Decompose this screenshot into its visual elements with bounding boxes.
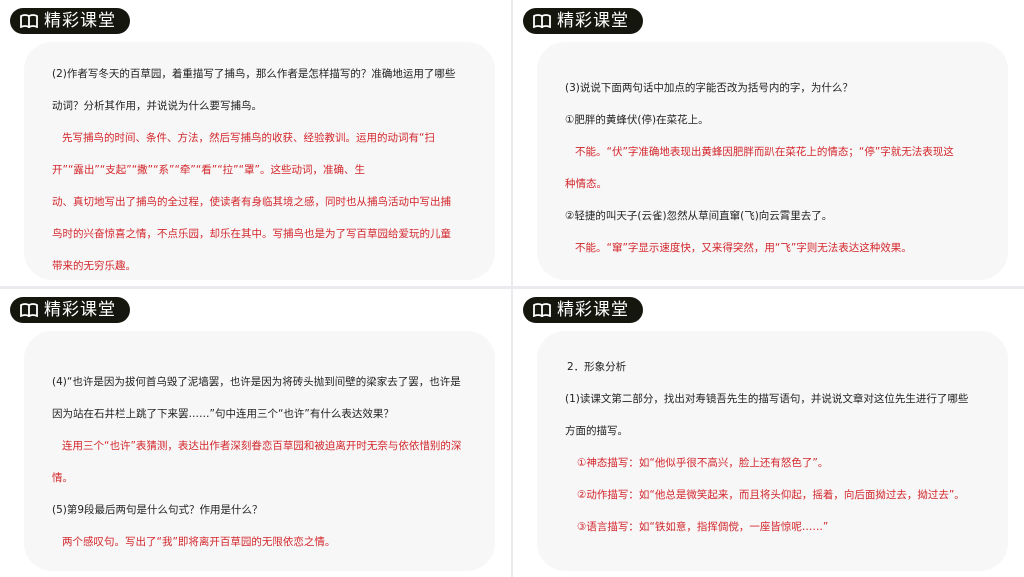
open-book-icon [20,303,38,317]
answer-line: 带来的无穷乐趣。 [52,260,136,272]
answer-line: ③语言描写：如“铁如意，指挥倜傥，一座皆惊呢……” [577,521,829,533]
slide-2: 精彩课堂 (3)说说下面两句话中加点的字能否改为括号内的字，为什么？ ①肥胖的黄… [513,0,1024,286]
slide-grid: 精彩课堂 (2)作者写冬天的百草园，着重描写了捕鸟，那么作者是怎样描写的？准确地… [0,0,1024,577]
question-line: (3)说说下面两句话中加点的字能否改为括号内的字，为什么？ [565,82,853,94]
section-badge: 精彩课堂 [10,8,130,34]
item-line: ①肥胖的黄蜂伏(停)在菜花上。 [565,114,709,126]
open-book-icon [533,14,551,28]
section-heading: 2．形象分析 [567,361,627,373]
answer-line: 不能。“伏”字准确地表现出黄蜂因肥胖而趴在菜花上的情态；“停”字就无法表现这 [575,146,954,158]
badge-label: 精彩课堂 [557,11,629,31]
answer-line: 鸟时的兴奋惊喜之情，不点乐园，却乐在其中。写捕鸟也是为了写百草园给爱玩的儿童 [52,228,451,240]
slide-4: 精彩课堂 2．形象分析 (1)读课文第二部分，找出对寿镜吾先生的描写语句，并说说… [513,289,1024,577]
answer-line: 种情态。 [565,178,607,190]
section-badge: 精彩课堂 [523,297,643,323]
badge-label: 精彩课堂 [557,300,629,320]
section-badge: 精彩课堂 [523,8,643,34]
question-line: (2)作者写冬天的百草园，着重描写了捕鸟，那么作者是怎样描写的？准确地运用了哪些 [52,68,456,80]
section-badge: 精彩课堂 [10,297,130,323]
badge-label: 精彩课堂 [44,11,116,31]
open-book-icon [533,303,551,317]
open-book-icon [20,14,38,28]
slide-4-content: 2．形象分析 (1)读课文第二部分，找出对寿镜吾先生的描写语句，并说说文章对这位… [565,351,996,543]
question-line: 动词？分析其作用，并说说为什么要写捕鸟。 [52,100,262,112]
answer-line: 两个感叹句。写出了“我”即将离开百草园的无限依恋之情。 [62,536,336,548]
answer-line: 开”“露出”“支起”“撒”“系”“牵”“看”“拉”“罩”。这些动词，准确、生 [52,164,365,176]
question-line: 方面的描写。 [565,425,628,437]
question-line: 因为站在石井栏上跳了下来罢……”句中连用三个“也许”有什么表达效果？ [52,408,394,420]
answer-line: ②动作描写：如“他总是微笑起来，而且将头仰起，摇着，向后面拗过去，拗过去”。 [577,489,965,501]
answer-line: 情。 [52,472,73,484]
answer-line: 不能。“窜”字显示速度快，又来得突然，用“飞”字则无法表达这种效果。 [575,242,912,254]
badge-label: 精彩课堂 [44,300,116,320]
slide-3-content: (4)“也许是因为拔何首乌毁了泥墙罢，也许是因为将砖头抛到间壁的梁家去了罢，也许… [52,366,483,558]
slide-2-content: (3)说说下面两句话中加点的字能否改为括号内的字，为什么？ ①肥胖的黄蜂伏(停)… [565,72,996,264]
question-line: (1)读课文第二部分，找出对寿镜吾先生的描写语句，并说说文章对这位先生进行了哪些 [565,393,969,405]
item-line: ②轻捷的叫天子(云雀)忽然从草间直窜(飞)向云霄里去了。 [565,210,833,222]
question-line: (4)“也许是因为拔何首乌毁了泥墙罢，也许是因为将砖头抛到间壁的梁家去了罢，也许… [52,376,461,388]
slide-1: 精彩课堂 (2)作者写冬天的百草园，着重描写了捕鸟，那么作者是怎样描写的？准确地… [0,0,511,286]
slide-3: 精彩课堂 (4)“也许是因为拔何首乌毁了泥墙罢，也许是因为将砖头抛到间壁的梁家去… [0,289,511,577]
answer-line: ①神态描写：如“他似乎很不高兴，脸上还有怒色了”。 [577,457,829,469]
answer-line: 先写捕鸟的时间、条件、方法，然后写捕鸟的收获、经验教训。运用的动词有“扫 [62,132,435,144]
slide-1-content: (2)作者写冬天的百草园，着重描写了捕鸟，那么作者是怎样描写的？准确地运用了哪些… [52,58,483,282]
answer-line: 连用三个“也许”表猜测，表达出作者深刻眷恋百草园和被迫离开时无奈与依依惜别的深 [62,440,462,452]
question-line: (5)第9段最后两句是什么句式？作用是什么？ [52,504,263,516]
answer-line: 动、真切地写出了捕鸟的全过程，使读者有身临其境之感，同时也从捕鸟活动中写出捕 [52,196,451,208]
